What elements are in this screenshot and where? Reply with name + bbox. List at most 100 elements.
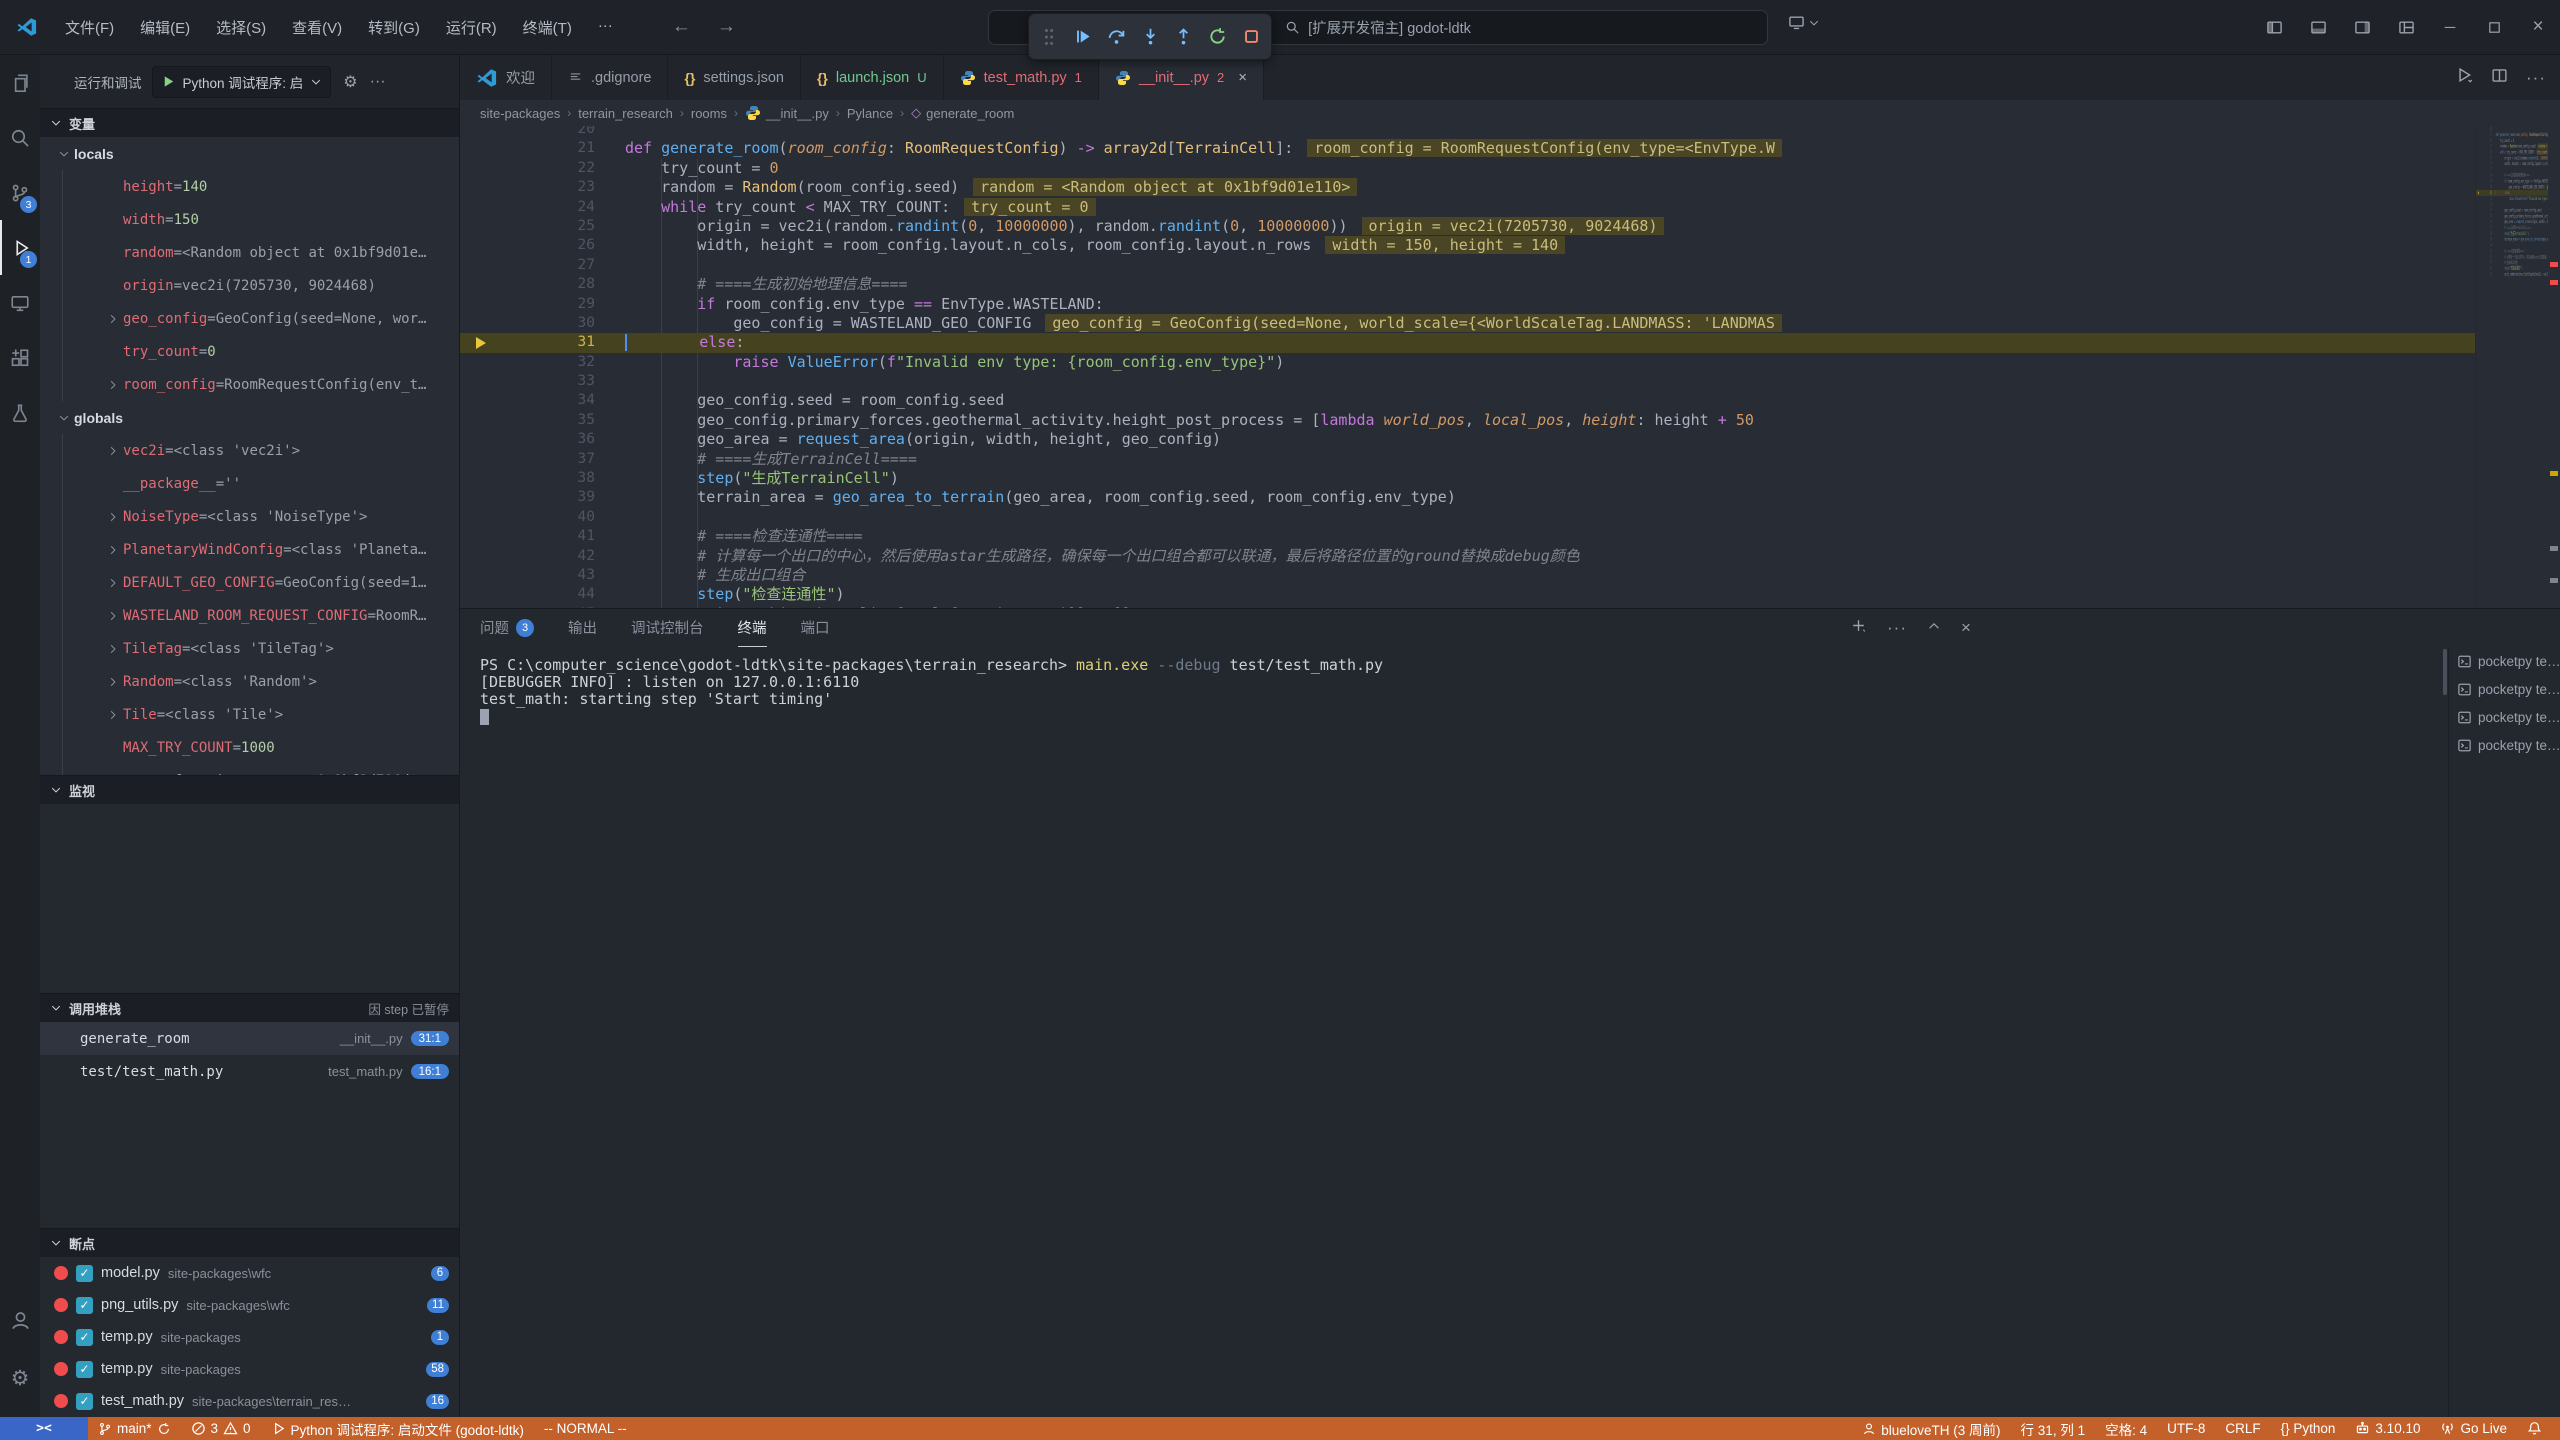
gutter[interactable]: 20 xyxy=(460,126,625,139)
gutter[interactable]: 43 xyxy=(460,566,625,585)
variable-row[interactable]: TileTag = <class 'TileTag'> xyxy=(62,632,459,665)
status-encoding[interactable]: UTF-8 xyxy=(2157,1417,2215,1440)
menubar-item[interactable]: 查看(V) xyxy=(279,11,355,44)
activitybar-account[interactable] xyxy=(0,1291,40,1349)
terminal-session-item[interactable]: pocketpy te… xyxy=(2449,703,2560,731)
watch-section-header[interactable]: 监视 xyxy=(40,775,459,804)
code-line[interactable]: 30 geo_config = WASTELAND_GEO_CONFIGgeo_… xyxy=(460,314,2560,333)
call-stack-frame[interactable]: generate_room__init__.py31:1 xyxy=(40,1022,459,1055)
screencast-control[interactable] xyxy=(1788,14,1820,31)
gutter[interactable]: 42 xyxy=(460,547,625,566)
status-go-live[interactable]: Go Live xyxy=(2430,1417,2517,1440)
code-line[interactable]: 45 exit_combinations:list[tuple[vec2i, v… xyxy=(2476,271,2548,277)
debug-step-over-button[interactable] xyxy=(1102,23,1130,51)
menubar-item[interactable]: 运行(R) xyxy=(433,11,510,44)
breadcrumb-item[interactable]: __init__.py xyxy=(745,105,829,121)
gutter[interactable]: 27 xyxy=(460,256,625,275)
variable-row[interactable]: DEFAULT_GEO_CONFIG = GeoConfig(seed=1… xyxy=(62,566,459,599)
breakpoint-checkbox[interactable]: ✓ xyxy=(76,1361,93,1378)
debug-step-out-button[interactable] xyxy=(1170,23,1198,51)
gutter[interactable]: 36 xyxy=(460,430,625,449)
status-notifications[interactable] xyxy=(2517,1417,2552,1440)
activitybar-remote[interactable] xyxy=(0,275,40,330)
status-language-mode[interactable]: {} Python xyxy=(2271,1417,2346,1440)
minimap[interactable]: 2021def generate_room(room_config: RoomR… xyxy=(2475,126,2548,608)
menubar-item[interactable]: 转到(G) xyxy=(355,11,433,44)
variable-row[interactable]: WASTELAND_ROOM_REQUEST_CONFIG = RoomR… xyxy=(62,599,459,632)
variable-row[interactable]: origin = vec2i(7205730, 9024468) xyxy=(62,269,459,302)
code-line[interactable]: 25 origin = vec2i(random.randint(0, 1000… xyxy=(460,217,2560,236)
variable-row[interactable]: PlanetaryWindConfig = <class 'Planeta… xyxy=(62,533,459,566)
status-git-branch[interactable]: main* xyxy=(88,1417,181,1440)
gutter[interactable]: 33 xyxy=(460,372,625,391)
panel-tab-端口[interactable]: 端口 xyxy=(801,609,830,647)
gutter[interactable]: 38 xyxy=(460,469,625,488)
breakpoint-row[interactable]: ✓temp.pysite-packages1 xyxy=(40,1321,459,1353)
code-line[interactable]: 27 xyxy=(460,256,2560,275)
panel-action-more[interactable]: ··· xyxy=(1887,618,1907,638)
status-python-version[interactable]: 3.10.10 xyxy=(2345,1417,2430,1440)
code-line[interactable]: 21def generate_room(room_config: RoomReq… xyxy=(460,139,2560,158)
variable-row[interactable]: NoiseType = <class 'NoiseType'> xyxy=(62,500,459,533)
code-line[interactable]: 33 xyxy=(460,372,2560,391)
breakpoints-section-header[interactable]: 断点 xyxy=(40,1228,459,1257)
variable-scope-globals[interactable]: globals xyxy=(40,401,459,434)
code-line[interactable]: 20 xyxy=(460,126,2560,139)
status-vim-mode[interactable]: -- NORMAL -- xyxy=(534,1417,637,1440)
activitybar-files[interactable] xyxy=(0,55,40,110)
variable-row[interactable]: random = <Random object at 0x1bf9d01e… xyxy=(62,236,459,269)
breadcrumb-item[interactable]: site-packages xyxy=(480,106,560,121)
breakpoint-row[interactable]: ✓temp.pysite-packages58 xyxy=(40,1353,459,1385)
code-line[interactable]: 22 try_count = 0 xyxy=(460,159,2560,178)
toggle-sidebar-button[interactable] xyxy=(2252,0,2296,54)
debug-stop-button[interactable] xyxy=(1237,23,1265,51)
gutter[interactable]: 26 xyxy=(460,236,625,255)
code-line[interactable]: 29 if room_config.env_type == EnvType.WA… xyxy=(460,295,2560,314)
tab-[interactable]: 欢迎 xyxy=(460,55,552,100)
breadcrumb-item[interactable]: Pylance xyxy=(847,106,893,121)
gutter[interactable]: 25 xyxy=(460,217,625,236)
panel-action-chevron-up[interactable] xyxy=(1927,619,1941,638)
code-line[interactable]: 28 # ====生成初始地理信息==== xyxy=(460,275,2560,294)
activitybar-extensions[interactable] xyxy=(0,330,40,385)
variable-row[interactable]: vec2i = <class 'vec2i'> xyxy=(62,434,459,467)
status-debug-session[interactable]: Python 调试程序: 启动文件 (godot-ldtk) xyxy=(261,1417,534,1440)
close-icon[interactable]: × xyxy=(1238,69,1247,86)
status-eol[interactable]: CRLF xyxy=(2215,1417,2270,1440)
debug-continue-button[interactable] xyxy=(1069,23,1097,51)
menubar-item[interactable]: ··· xyxy=(585,11,626,44)
breakpoint-checkbox[interactable]: ✓ xyxy=(76,1297,93,1314)
status-git-author[interactable]: blueloveTH (3 周前) xyxy=(1852,1417,2010,1440)
breakpoint-row[interactable]: ✓model.pysite-packages\wfc6 xyxy=(40,1257,459,1289)
gutter[interactable]: 29 xyxy=(460,295,625,314)
activitybar-run-debug[interactable]: 1 xyxy=(0,220,40,275)
code-line[interactable]: 32 raise ValueError(f"Invalid env type: … xyxy=(460,353,2560,372)
code-line[interactable]: 23 random = Random(room_config.seed)rand… xyxy=(460,178,2560,197)
code-line[interactable]: 38 step("生成TerrainCell") xyxy=(460,469,2560,488)
activitybar-source-control[interactable]: 3 xyxy=(0,165,40,220)
variable-row[interactable]: step = <function step at 0x1bf8d716d… xyxy=(62,764,459,775)
menubar-item[interactable]: 文件(F) xyxy=(52,11,127,44)
tab-test_math.py[interactable]: test_math.py1 xyxy=(944,55,1099,100)
debug-config-dropdown[interactable]: Python 调试程序: 启 xyxy=(152,66,332,98)
gutter[interactable]: 23 xyxy=(460,178,625,197)
variable-row[interactable]: geo_config = GeoConfig(seed=None, wor… xyxy=(62,302,459,335)
debug-restart-button[interactable] xyxy=(1204,23,1232,51)
remote-indicator[interactable]: >< xyxy=(0,1417,88,1440)
call-stack-section-header[interactable]: 调用堆栈 因 step 已暂停 xyxy=(40,993,459,1022)
panel-tab-终端[interactable]: 终端 xyxy=(738,609,767,647)
menubar-item[interactable]: 终端(T) xyxy=(510,11,585,44)
breadcrumb-item[interactable]: rooms xyxy=(691,106,727,121)
more-actions-icon[interactable]: ··· xyxy=(370,73,386,91)
tab-settings.json[interactable]: {}settings.json xyxy=(668,55,801,100)
toggle-secondary-sidebar-button[interactable] xyxy=(2340,0,2384,54)
scrollbar[interactable] xyxy=(2443,649,2447,695)
code-line[interactable]: 41 # ====检查连通性==== xyxy=(460,527,2560,546)
variable-row[interactable]: room_config = RoomRequestConfig(env_t… xyxy=(62,368,459,401)
code-line[interactable]: 31 else: xyxy=(460,333,2560,352)
maximize-button[interactable] xyxy=(2472,0,2516,54)
activitybar-testing[interactable] xyxy=(0,385,40,440)
code-line[interactable]: 26 width, height = room_config.layout.n_… xyxy=(460,236,2560,255)
variable-row[interactable]: width = 150 xyxy=(62,203,459,236)
variable-scope-locals[interactable]: locals xyxy=(40,137,459,170)
